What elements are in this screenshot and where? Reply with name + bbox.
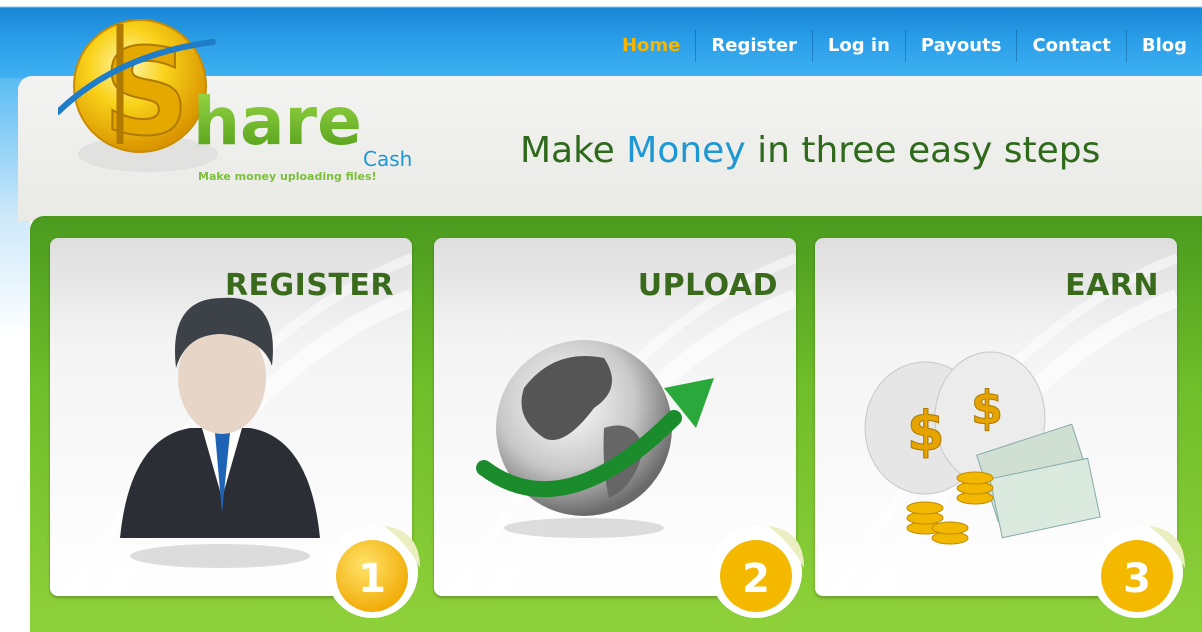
logo-slogan: Make money uploading files! xyxy=(198,170,377,183)
step-number-badge: 1 xyxy=(326,526,420,618)
tagline: Make Money in three easy steps xyxy=(520,130,1100,171)
tagline-before: Make xyxy=(520,130,627,171)
step-number-badge: 2 xyxy=(710,526,804,618)
logo-wordmark: hare xyxy=(193,83,362,160)
svg-text:S: S xyxy=(103,24,189,163)
step-card-register[interactable]: REGISTER 1 xyxy=(50,238,420,618)
nav-contact[interactable]: Contact xyxy=(1016,30,1125,62)
svg-text:$: $ xyxy=(907,400,945,463)
step-number: 2 xyxy=(742,556,770,602)
step-number: 3 xyxy=(1123,556,1151,602)
step-number-badge: 3 xyxy=(1091,526,1185,618)
step-number: 1 xyxy=(358,556,386,602)
nav-register[interactable]: Register xyxy=(695,30,812,62)
main-nav: Home Register Log in Payouts Contact Blo… xyxy=(607,30,1202,62)
nav-payouts[interactable]: Payouts xyxy=(904,30,1017,62)
step-card-earn[interactable]: EARN $ $ 3 xyxy=(815,238,1185,618)
svg-text:$: $ xyxy=(971,381,1003,435)
tagline-highlight: Money xyxy=(626,130,746,171)
nav-login[interactable]: Log in xyxy=(811,30,905,62)
nav-home[interactable]: Home xyxy=(607,30,695,62)
logo-cash: Cash xyxy=(363,147,412,171)
sharecash-logo[interactable]: S hare Cash Make money uploading files! xyxy=(58,14,418,194)
nav-blog[interactable]: Blog xyxy=(1125,30,1202,62)
tagline-after: in three easy steps xyxy=(745,130,1101,171)
step-card-upload[interactable]: UPLOAD 2 xyxy=(434,238,804,618)
